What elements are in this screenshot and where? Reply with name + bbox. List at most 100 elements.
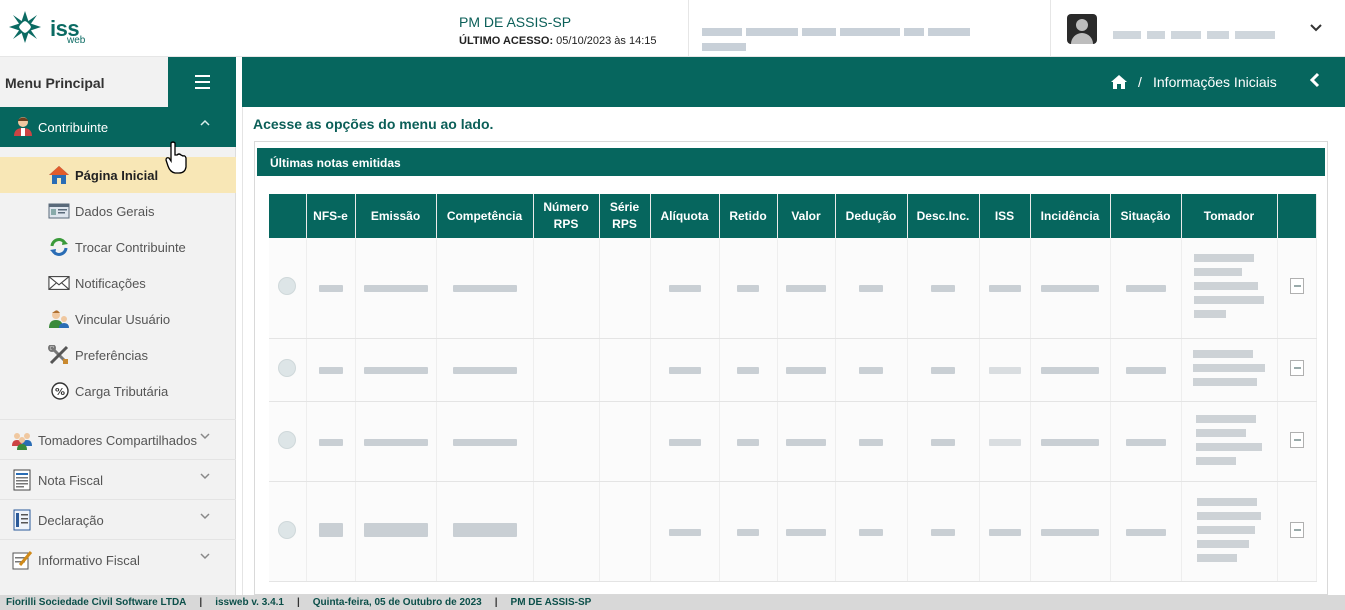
redacted-cell bbox=[318, 522, 343, 537]
row-select-radio[interactable] bbox=[278, 277, 297, 296]
sidebar-item-carga-tributaria[interactable]: % Carga Tributária bbox=[0, 373, 236, 409]
redacted-cell bbox=[786, 367, 826, 374]
svg-text:%: % bbox=[55, 387, 65, 398]
sidebar-item-pagina-inicial[interactable]: Página Inicial bbox=[0, 157, 236, 193]
redacted-cell bbox=[1041, 285, 1099, 293]
breadcrumb-current: Informações Iniciais bbox=[1153, 74, 1277, 90]
header-divider bbox=[1050, 0, 1051, 57]
redacted-cell bbox=[668, 528, 701, 536]
chevron-down-icon bbox=[200, 511, 210, 523]
redacted-cell bbox=[1193, 344, 1265, 392]
redacted-cell bbox=[1197, 492, 1261, 568]
redacted-cell bbox=[1125, 528, 1166, 536]
col-header-competencia: Competência bbox=[436, 194, 534, 238]
table-header-row: NFS-e Emissão Competência Número RPS Sér… bbox=[269, 194, 1317, 238]
chevron-down-icon[interactable] bbox=[1310, 19, 1322, 35]
invoices-table: NFS-e Emissão Competência Número RPS Sér… bbox=[269, 194, 1317, 582]
chevron-left-icon[interactable] bbox=[1309, 72, 1320, 93]
sidebar-item-contribuinte[interactable]: Contribuinte bbox=[0, 107, 236, 147]
sidebar-item-label: Informativo Fiscal bbox=[38, 553, 140, 568]
col-header-serie-rps: Série RPS bbox=[599, 194, 651, 238]
col-header bbox=[269, 194, 307, 238]
redacted-company-name bbox=[702, 24, 1012, 51]
redacted-cell bbox=[786, 438, 826, 446]
col-header-nfse: NFS-e bbox=[306, 194, 356, 238]
col-header-situacao: Situação bbox=[1110, 194, 1182, 238]
xml-file-icon[interactable] bbox=[1289, 360, 1304, 376]
redacted-cell bbox=[786, 285, 826, 293]
home-icon bbox=[49, 166, 69, 184]
redacted-cell bbox=[363, 367, 428, 374]
sidebar-item-notificacoes[interactable]: Notificações bbox=[0, 265, 236, 301]
chevron-down-icon bbox=[200, 551, 210, 563]
footer-company: Fiorilli Sociedade Civil Software LTDA bbox=[6, 597, 187, 608]
redacted-cell bbox=[318, 285, 343, 293]
sidebar-item-dados-gerais[interactable]: Dados Gerais bbox=[0, 193, 236, 229]
xml-file-icon[interactable] bbox=[1289, 278, 1304, 295]
municipality-info: PM DE ASSIS-SP ÚLTIMO ACESSO: 05/10/2023… bbox=[459, 14, 656, 47]
sidebar-item-label: Nota Fiscal bbox=[38, 473, 104, 488]
sidebar-title: Menu Principal bbox=[5, 75, 105, 91]
sidebar-item-label: Declaração bbox=[38, 513, 104, 528]
sidebar-item-informativo-fiscal[interactable]: Informativo Fiscal bbox=[0, 539, 236, 579]
declaration-icon bbox=[13, 509, 31, 531]
breadcrumb: / Informações Iniciais bbox=[242, 57, 1345, 107]
redacted-cell bbox=[363, 438, 428, 446]
sidebar: Menu Principal Contribuinte Página Inici… bbox=[0, 57, 236, 595]
issweb-logo[interactable]: iss web bbox=[8, 10, 88, 46]
table-row[interactable] bbox=[269, 238, 1317, 339]
home-icon[interactable] bbox=[1110, 74, 1128, 90]
col-header-valor: Valor bbox=[777, 194, 836, 238]
row-select-radio[interactable] bbox=[278, 520, 297, 539]
redacted-cell bbox=[318, 367, 343, 374]
redacted-cell bbox=[1041, 367, 1099, 374]
sidebar-item-tomadores-compartilhados[interactable]: Tomadores Compartilhados bbox=[0, 419, 236, 459]
chevron-down-icon bbox=[200, 431, 210, 443]
sidebar-item-label: Contribuinte bbox=[38, 120, 109, 135]
col-header-desc-inc: Desc.Inc. bbox=[907, 194, 980, 238]
table-row[interactable] bbox=[269, 481, 1317, 582]
row-select-radio[interactable] bbox=[278, 359, 297, 377]
redacted-cell bbox=[988, 528, 1021, 536]
breadcrumb-separator: / bbox=[1138, 74, 1142, 90]
chevron-up-icon bbox=[200, 117, 210, 129]
logo-icon bbox=[9, 11, 41, 43]
redacted-cell bbox=[668, 285, 701, 293]
footer-municipality: PM DE ASSIS-SP bbox=[510, 597, 592, 608]
percent-icon: % bbox=[51, 382, 69, 400]
table-row[interactable] bbox=[269, 401, 1317, 482]
col-header bbox=[1277, 194, 1317, 238]
hamburger-icon[interactable] bbox=[168, 57, 236, 107]
avatar[interactable] bbox=[1067, 14, 1097, 44]
redacted-cell bbox=[1041, 528, 1099, 536]
redacted-cell bbox=[737, 367, 759, 374]
redacted-cell bbox=[931, 367, 955, 374]
col-header-emissao: Emissão bbox=[355, 194, 437, 238]
sidebar-header: Menu Principal bbox=[0, 57, 168, 107]
sidebar-item-preferencias[interactable]: Preferências bbox=[0, 337, 236, 373]
sidebar-item-declaracao[interactable]: Declaração bbox=[0, 499, 236, 539]
redacted-cell bbox=[668, 367, 701, 374]
redacted-cell bbox=[1041, 438, 1099, 446]
row-select-radio[interactable] bbox=[278, 430, 297, 449]
redacted-cell bbox=[452, 285, 517, 293]
top-header: iss web PM DE ASSIS-SP ÚLTIMO ACESSO: 05… bbox=[0, 0, 1345, 57]
redacted-cell bbox=[668, 438, 701, 446]
sidebar-item-trocar-contribuinte[interactable]: Trocar Contribuinte bbox=[0, 229, 236, 265]
sidebar-item-label: Notificações bbox=[75, 276, 146, 291]
table-row[interactable] bbox=[269, 338, 1317, 402]
panel-title: Últimas notas emitidas bbox=[257, 148, 1325, 176]
sidebar-item-vincular-usuario[interactable]: Vincular Usuário bbox=[0, 301, 236, 337]
col-header-numero-rps: Número RPS bbox=[533, 194, 600, 238]
xml-file-icon[interactable] bbox=[1289, 431, 1304, 448]
col-header-tomador: Tomador bbox=[1181, 194, 1278, 238]
sidebar-item-label: Preferências bbox=[75, 348, 148, 363]
footer-version: issweb v. 3.4.1 bbox=[215, 597, 284, 608]
hand-cursor-icon bbox=[165, 141, 187, 174]
sidebar-item-nota-fiscal[interactable]: Nota Fiscal bbox=[0, 459, 236, 499]
xml-file-icon[interactable] bbox=[1289, 521, 1304, 538]
redacted-cell bbox=[786, 528, 826, 536]
id-card-icon bbox=[48, 203, 70, 219]
redacted-cell bbox=[1125, 285, 1166, 293]
redacted-user-name[interactable] bbox=[1113, 27, 1293, 39]
